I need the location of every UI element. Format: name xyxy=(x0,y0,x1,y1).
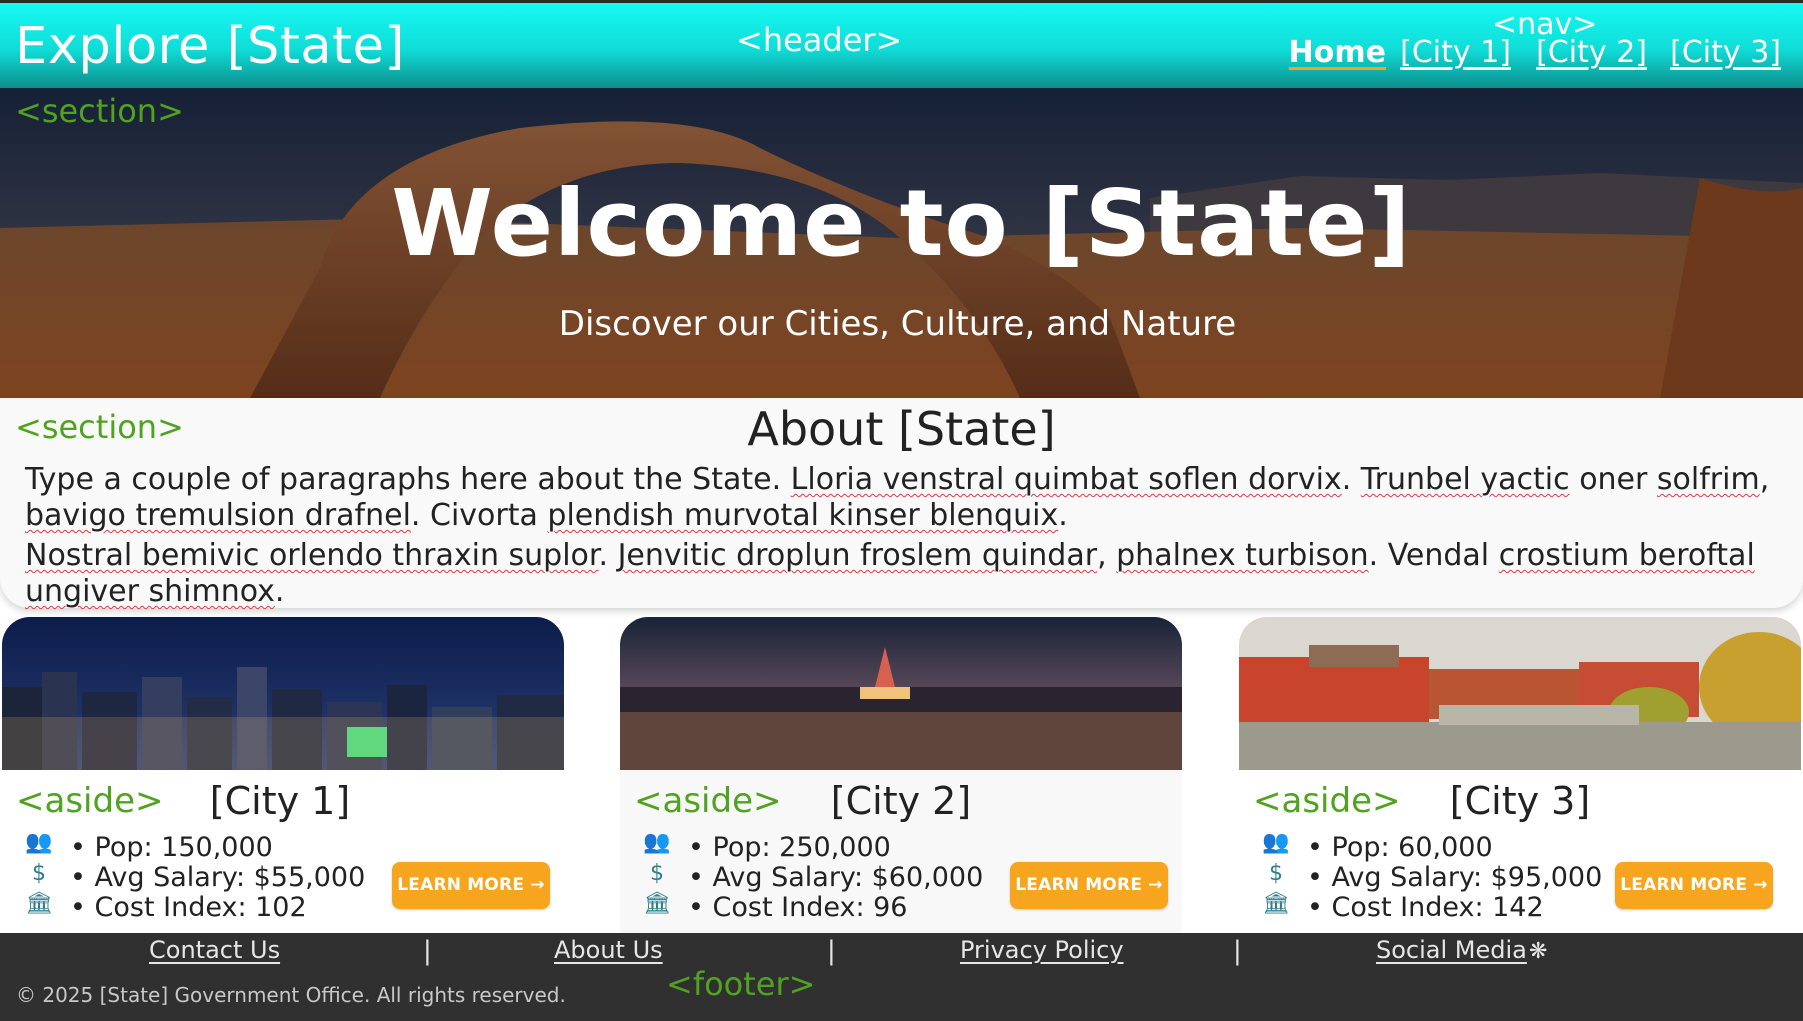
about-paragraph-1: Type a couple of paragraphs here about t… xyxy=(25,462,1770,533)
footer-separator: | xyxy=(1233,936,1242,966)
footer-link-social[interactable]: Social Media xyxy=(1376,936,1527,964)
bank-icon: 🏛 xyxy=(1262,891,1290,916)
footer-separator: | xyxy=(827,936,836,966)
city-3-title: [City 3] xyxy=(1449,779,1591,823)
about-section: <section> About [State] Type a couple of… xyxy=(0,398,1803,609)
site-header: Explore [State] <header> <nav> Home [Cit… xyxy=(0,0,1803,88)
nav-item-city-2[interactable]: [City 2] xyxy=(1536,35,1647,70)
city-3-cost-index: • Cost Index: 142 xyxy=(1307,892,1544,923)
bank-icon: 🏛 xyxy=(25,891,53,916)
people-icon: 👥 xyxy=(643,830,671,855)
city-1-learn-more-button[interactable]: LEARN MORE → xyxy=(392,862,550,909)
hero-section-tag: <section> xyxy=(15,92,184,130)
footer-link-about[interactable]: About Us xyxy=(554,936,663,964)
people-icon: 👥 xyxy=(25,830,53,855)
footer-link-privacy[interactable]: Privacy Policy xyxy=(960,936,1124,964)
city-2-cost-index: • Cost Index: 96 xyxy=(688,892,908,923)
city-1-cost-index: • Cost Index: 102 xyxy=(70,892,307,923)
dollar-icon: $ xyxy=(32,861,46,886)
hero-section: <section> Welcome to [State] Discover ou… xyxy=(0,88,1803,398)
dollar-icon: $ xyxy=(650,861,664,886)
people-icon: 👥 xyxy=(1262,830,1290,855)
footer-separator: | xyxy=(423,936,432,966)
city-3-population: • Pop: 60,000 xyxy=(1307,832,1493,863)
city-card-3: <aside> [City 3] 👥 • Pop: 60,000 $ • Avg… xyxy=(1239,617,1801,933)
hero-subtitle: Discover our Cities, Culture, and Nature xyxy=(558,304,1237,344)
about-title: About [State] xyxy=(747,402,1056,456)
city-2-image xyxy=(620,617,1182,770)
share-icon[interactable]: ❋ xyxy=(1529,939,1547,964)
city-2-title: [City 2] xyxy=(830,779,972,823)
footer-element-tag: <footer> xyxy=(666,965,816,1003)
site-footer: Contact Us | About Us | Privacy Policy |… xyxy=(0,933,1803,1021)
city-3-salary: • Avg Salary: $95,000 xyxy=(1307,862,1603,893)
city-2-population: • Pop: 250,000 xyxy=(688,832,891,863)
city-card-2: <aside> [City 2] 👥 • Pop: 250,000 $ • Av… xyxy=(620,617,1182,933)
city-1-population: • Pop: 150,000 xyxy=(70,832,273,863)
site-title[interactable]: Explore [State] xyxy=(15,17,405,76)
footer-link-contact[interactable]: Contact Us xyxy=(149,936,280,964)
city-2-salary: • Avg Salary: $60,000 xyxy=(688,862,984,893)
dollar-icon: $ xyxy=(1269,861,1283,886)
about-paragraph-2: Nostral bemivic orlendo thraxin suplor. … xyxy=(25,538,1755,609)
city-card-1: <aside> [City 1] 👥 • Pop: 150,000 $ • Av… xyxy=(2,617,564,933)
nav-item-home[interactable]: Home xyxy=(1289,35,1386,70)
city-1-title: [City 1] xyxy=(209,779,351,823)
city-2-learn-more-button[interactable]: LEARN MORE → xyxy=(1010,862,1168,909)
nav-item-city-3[interactable]: [City 3] xyxy=(1670,35,1781,70)
city-3-learn-more-button[interactable]: LEARN MORE → xyxy=(1615,862,1773,909)
bank-icon: 🏛 xyxy=(643,891,671,916)
hero-title: Welcome to [State] xyxy=(391,170,1412,277)
city-1-salary: • Avg Salary: $55,000 xyxy=(70,862,366,893)
nav-item-city-1[interactable]: [City 1] xyxy=(1400,35,1511,70)
copyright-text: © 2025 [State] Government Office. All ri… xyxy=(16,983,566,1007)
city-3-image xyxy=(1239,617,1801,770)
header-element-tag: <header> xyxy=(736,21,903,59)
city-1-image xyxy=(2,617,564,770)
